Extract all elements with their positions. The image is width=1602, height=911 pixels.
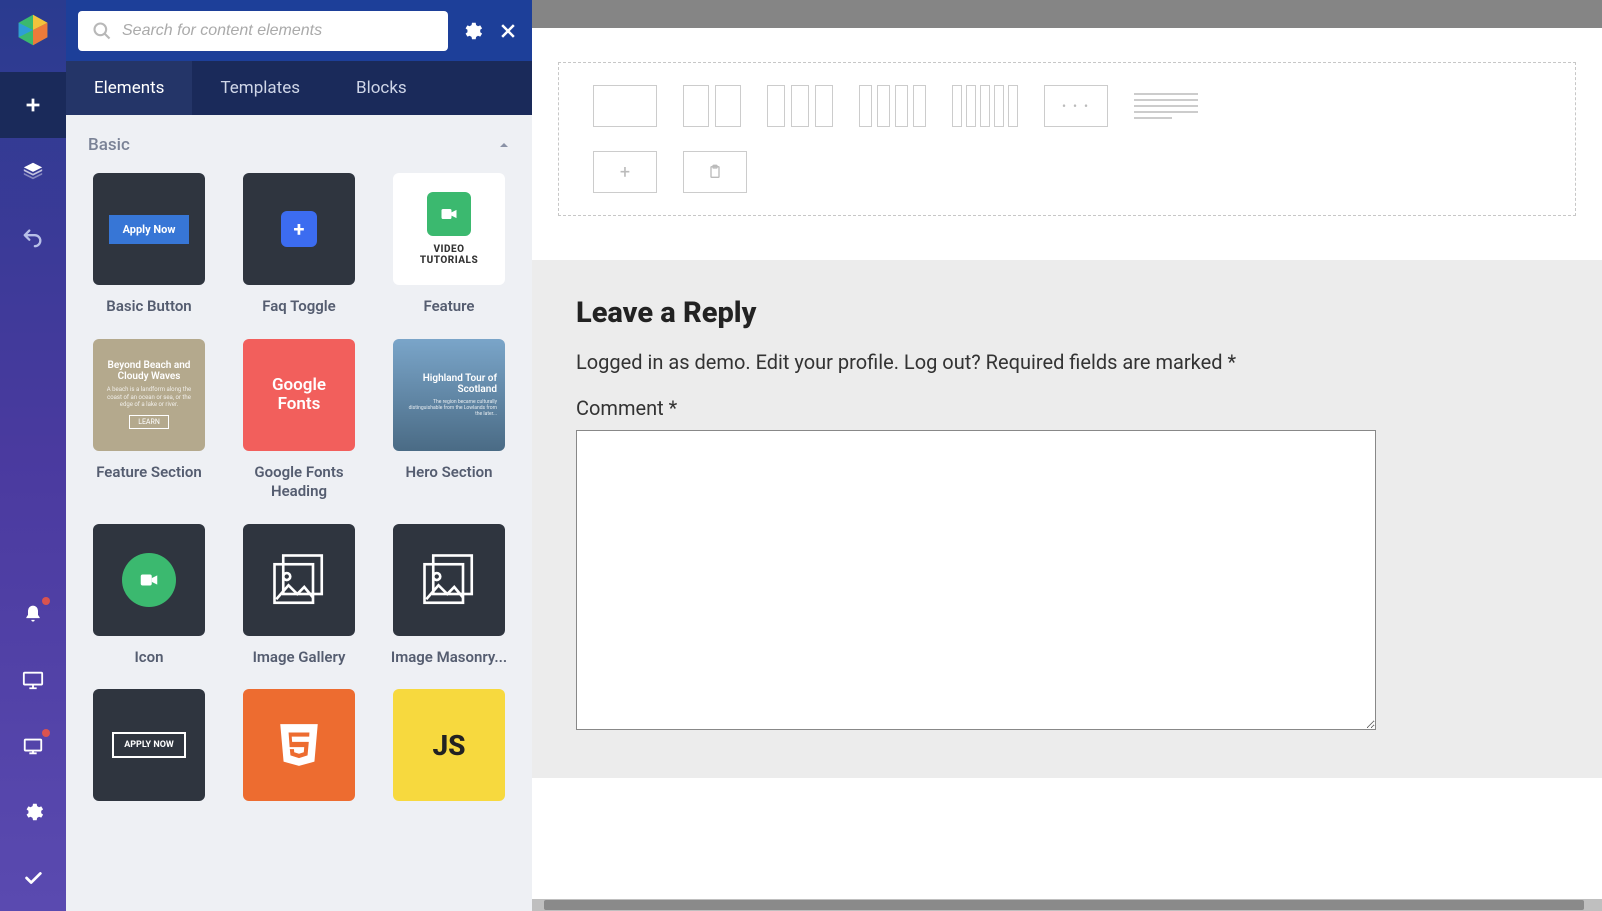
log-out-link[interactable]: Log out? (904, 350, 981, 374)
element-faq-toggle[interactable]: + Faq Toggle (238, 173, 360, 317)
layout-more[interactable]: • • • (1044, 85, 1108, 127)
gallery-icon (264, 545, 334, 615)
layout-5col[interactable] (952, 85, 1018, 127)
tab-elements[interactable]: Elements (66, 61, 192, 115)
element-html5[interactable] (238, 689, 360, 801)
reply-heading: Leave a Reply (576, 296, 1558, 330)
app-logo (15, 12, 51, 48)
video-icon (122, 553, 176, 607)
row-layout-picker: • • • + (558, 62, 1576, 216)
js-icon: JS (393, 689, 505, 801)
layout-3col[interactable] (767, 85, 833, 127)
element-basic-button[interactable]: Apply Now Basic Button (88, 173, 210, 317)
dropzone-paste-button[interactable] (683, 151, 747, 193)
panel-topbar (66, 0, 532, 61)
element-image-masonry[interactable]: Image Masonry... (388, 524, 510, 668)
section-title: Basic (88, 135, 130, 155)
section-basic-header[interactable]: Basic (88, 135, 510, 155)
layout-4col[interactable] (859, 85, 926, 127)
panel-tabs: Elements Templates Blocks (66, 61, 532, 115)
element-outline-button[interactable]: APPLY NOW (88, 689, 210, 801)
element-google-fonts-heading[interactable]: Google Fonts Google Fonts Heading (238, 339, 360, 502)
rail-add-element[interactable] (0, 72, 66, 138)
elements-panel: Elements Templates Blocks Basic Apply No… (66, 0, 532, 911)
search-input[interactable] (122, 22, 434, 40)
rail-save-check[interactable] (0, 845, 66, 911)
reply-meta-text: Logged in as demo. Edit your profile. Lo… (576, 350, 1558, 374)
element-image-gallery[interactable]: Image Gallery (238, 524, 360, 668)
rail-settings[interactable] (0, 779, 66, 845)
search-icon (92, 21, 112, 41)
comment-form-section: Leave a Reply Logged in as demo. Edit yo… (532, 260, 1602, 778)
left-rail (0, 0, 66, 911)
notification-dot-icon (42, 597, 50, 605)
rail-present[interactable] (0, 713, 66, 779)
gear-icon (461, 20, 483, 42)
panel-close-button[interactable] (496, 19, 520, 43)
rail-undo[interactable] (0, 204, 66, 270)
logged-in-user-link[interactable]: demo (695, 350, 746, 374)
element-feature-section[interactable]: Beyond Beach and Cloudy Waves A beach is… (88, 339, 210, 502)
canvas-area: • • • + Leave a Reply Logged in as demo.… (532, 0, 1602, 911)
plus-icon: + (281, 211, 317, 247)
element-icon[interactable]: Icon (88, 524, 210, 668)
close-icon (498, 21, 518, 41)
layout-1col[interactable] (593, 85, 657, 127)
gallery-icon (414, 545, 484, 615)
element-javascript[interactable]: JS (388, 689, 510, 801)
edit-profile-link[interactable]: Edit your profile (756, 350, 894, 374)
clipboard-icon (707, 164, 723, 180)
panel-settings-button[interactable] (460, 19, 484, 43)
layout-text-block[interactable] (1134, 85, 1198, 127)
rail-notifications[interactable] (0, 581, 66, 647)
video-icon (427, 192, 471, 236)
element-hero-section[interactable]: Highland Tour of Scotland The region bec… (388, 339, 510, 502)
horizontal-scrollbar[interactable] (532, 899, 1602, 911)
canvas-scroll[interactable]: • • • + Leave a Reply Logged in as demo.… (532, 28, 1602, 899)
html5-icon (274, 720, 324, 770)
comment-textarea[interactable] (576, 430, 1376, 730)
canvas-top-strip (532, 0, 1602, 28)
layout-2col[interactable] (683, 85, 741, 127)
chevron-up-icon (498, 139, 510, 151)
search-field-wrap[interactable] (78, 11, 448, 51)
panel-scroll-area[interactable]: Basic Apply Now Basic Button + Faq Toggl… (66, 115, 532, 911)
element-feature[interactable]: VIDEOTUTORIALS Feature (388, 173, 510, 317)
comment-field-label: Comment * (576, 396, 1558, 420)
rail-desktop-preview[interactable] (0, 647, 66, 713)
rail-layers[interactable] (0, 138, 66, 204)
notification-dot-icon (42, 729, 50, 737)
tab-templates[interactable]: Templates (192, 61, 328, 115)
dropzone-add-button[interactable]: + (593, 151, 657, 193)
tab-blocks[interactable]: Blocks (328, 61, 435, 115)
